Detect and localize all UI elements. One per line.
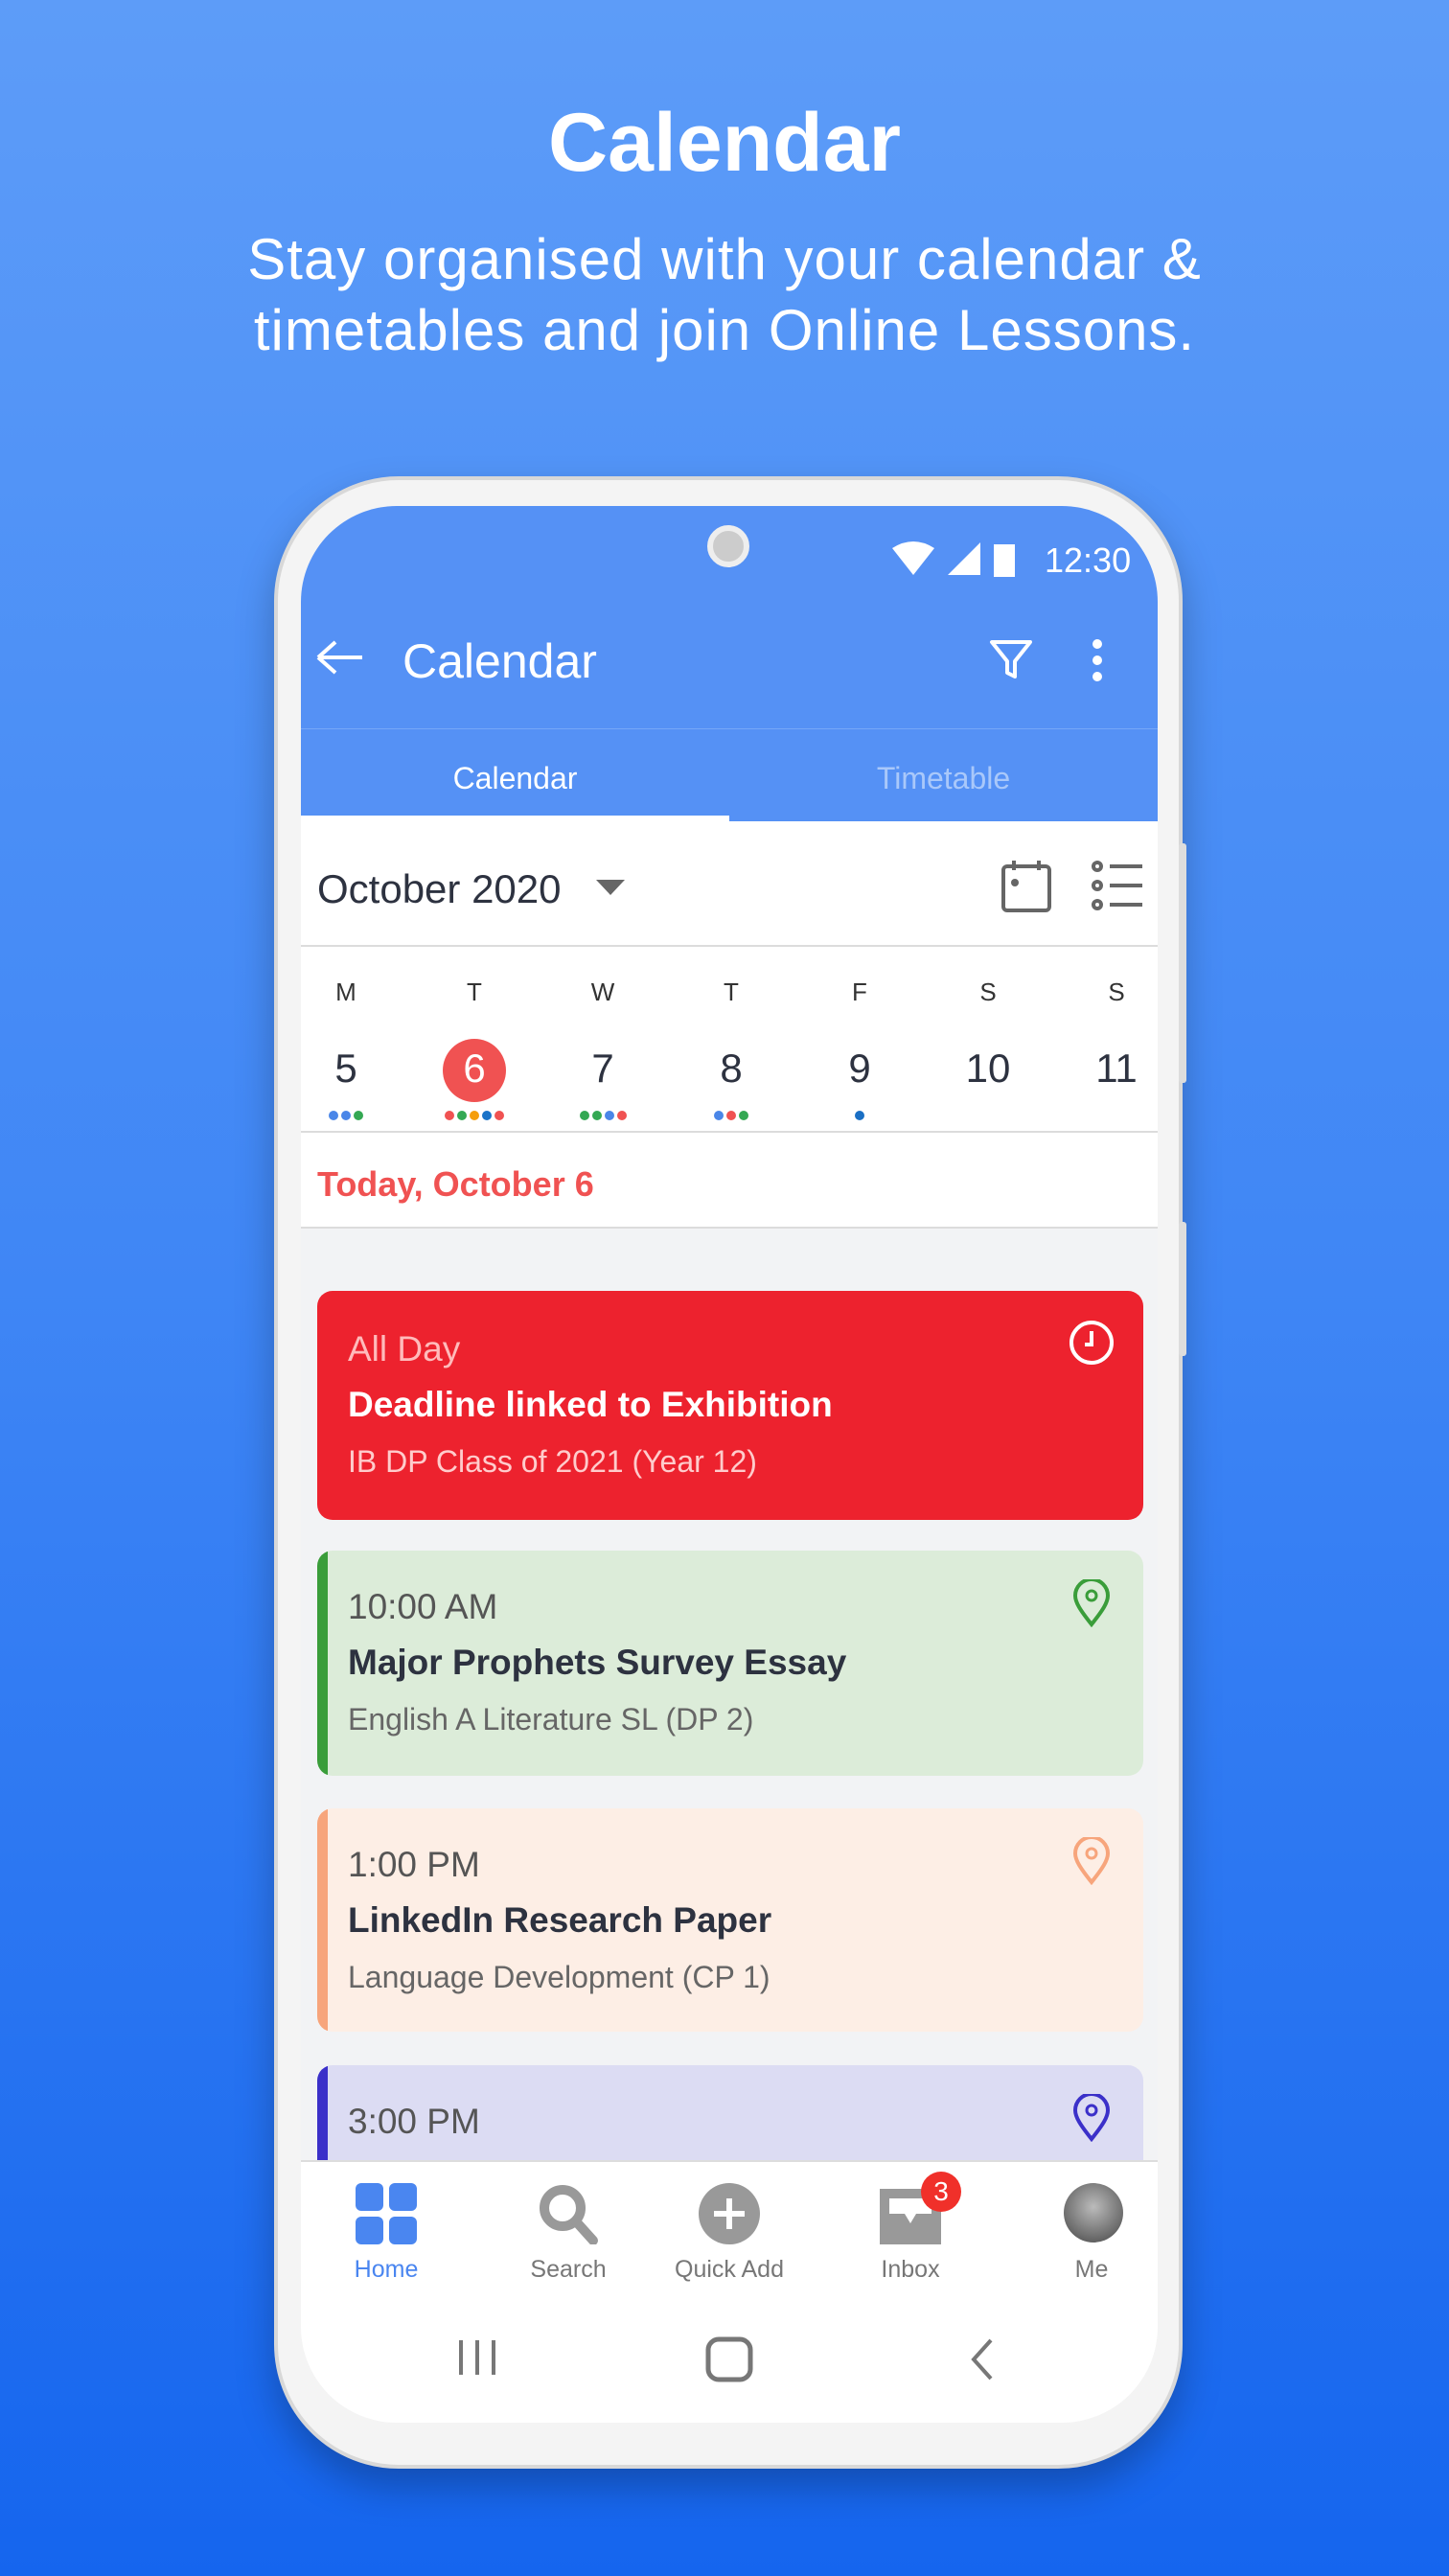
- home-grid-icon: [356, 2183, 417, 2244]
- event-time: 10:00 AM: [348, 1587, 498, 1626]
- calendar-view-icon[interactable]: [1000, 859, 1054, 914]
- app-bar-title: Calendar: [402, 634, 597, 688]
- nav-quick-add[interactable]: Quick Add: [644, 2162, 815, 2310]
- location-pin-icon: [1072, 1837, 1111, 1885]
- bottom-navigation: Home Search Quick Add 3 Inbox Me: [301, 2160, 1158, 2308]
- divider: [301, 728, 1158, 729]
- nav-search[interactable]: Search: [483, 2162, 654, 2310]
- avatar: [1064, 2183, 1123, 2242]
- nav-label: Me: [1074, 2256, 1109, 2283]
- event-time: 3:00 PM: [348, 2102, 480, 2141]
- status-time: 12:30: [1045, 540, 1132, 580]
- event-dot: [470, 1111, 479, 1120]
- tab-timetable[interactable]: Timetable: [729, 761, 1158, 796]
- event-time: 1:00 PM: [348, 1845, 480, 1884]
- recent-apps-icon[interactable]: [457, 2338, 497, 2377]
- event-card[interactable]: 1:00 PM LinkedIn Research Paper Language…: [317, 1808, 1143, 2032]
- event-card[interactable]: 10:00 AM Major Prophets Survey Essay Eng…: [317, 1551, 1143, 1776]
- more-options-icon[interactable]: [1091, 638, 1104, 682]
- status-icons: [892, 541, 1015, 577]
- nav-home[interactable]: Home: [301, 2162, 472, 2310]
- power-button: [1179, 1222, 1186, 1356]
- event-dot: [591, 1111, 602, 1120]
- event-title: Major Prophets Survey Essay: [348, 1643, 847, 1682]
- nav-inbox[interactable]: 3 Inbox: [825, 2162, 996, 2310]
- nav-label: Quick Add: [675, 2256, 784, 2283]
- event-dot: [579, 1111, 589, 1120]
- nav-label: Inbox: [881, 2256, 940, 2283]
- weekday-label: F: [852, 978, 867, 1006]
- day-10[interactable]: 10: [924, 1046, 1052, 1092]
- app-bar: 12:30 Calendar Calendar Timetable: [301, 506, 1158, 821]
- event-dot: [616, 1111, 627, 1120]
- day-8[interactable]: 8: [667, 1046, 795, 1092]
- divider: [301, 1131, 1158, 1133]
- day-6[interactable]: 6: [410, 1046, 539, 1092]
- day-9[interactable]: 9: [795, 1046, 924, 1092]
- tab-calendar[interactable]: Calendar: [301, 761, 729, 796]
- home-button-icon[interactable]: [705, 2336, 753, 2382]
- back-nav-icon[interactable]: [968, 2338, 997, 2380]
- hero-title: Calendar: [547, 97, 902, 189]
- event-dots: [410, 1111, 539, 1120]
- event-dot: [354, 1111, 363, 1120]
- nav-label: Search: [530, 2256, 607, 2283]
- event-dot: [445, 1111, 454, 1120]
- event-dot: [855, 1111, 864, 1120]
- nav-label: Home: [354, 2256, 419, 2283]
- weekday-label: T: [724, 978, 739, 1006]
- event-card[interactable]: All Day Deadline linked to Exhibition IB…: [317, 1291, 1143, 1520]
- hero-subtitle-line1: Stay organised with your calendar &: [247, 227, 1202, 291]
- tab-indicator: [301, 816, 729, 821]
- search-icon: [540, 2185, 598, 2244]
- plus-circle-icon: [699, 2183, 760, 2244]
- weekday-label: M: [335, 978, 356, 1006]
- event-dots: [667, 1111, 795, 1120]
- inbox-badge: 3: [921, 2172, 961, 2212]
- event-title: Deadline linked to Exhibition: [348, 1385, 833, 1424]
- event-dot: [341, 1111, 351, 1120]
- day-5[interactable]: 5: [301, 1046, 410, 1092]
- weekday-label: S: [1108, 978, 1125, 1006]
- event-dot: [494, 1111, 504, 1120]
- weekday-label: T: [467, 978, 482, 1006]
- event-dots: [539, 1111, 667, 1120]
- event-subtitle: English A Literature SL (DP 2): [348, 1702, 754, 1736]
- day-11[interactable]: 11: [1052, 1046, 1158, 1092]
- event-dots: [301, 1111, 410, 1120]
- clock-icon: [1070, 1321, 1114, 1365]
- month-selector[interactable]: October 2020: [317, 866, 562, 912]
- event-dot: [457, 1111, 467, 1120]
- hero-subtitle-line2: timetables and join Online Lessons.: [253, 298, 1196, 362]
- event-dot: [726, 1111, 736, 1120]
- nav-me[interactable]: Me: [1006, 2162, 1158, 2310]
- divider: [301, 945, 1158, 947]
- event-dot: [739, 1111, 748, 1120]
- weekday-label: W: [590, 978, 615, 1006]
- event-dot: [604, 1111, 614, 1120]
- chevron-down-icon[interactable]: [596, 880, 625, 897]
- location-pin-icon: [1072, 1579, 1111, 1627]
- back-arrow-icon[interactable]: [314, 638, 364, 677]
- event-subtitle: IB DP Class of 2021 (Year 12): [348, 1444, 757, 1479]
- weekday-label: S: [979, 978, 997, 1006]
- phone-screen: 12:30 Calendar Calendar Timetable Octobe…: [301, 506, 1158, 2423]
- location-pin-icon: [1072, 2094, 1111, 2142]
- event-time: All Day: [348, 1329, 461, 1368]
- event-dots: [795, 1111, 924, 1120]
- event-dot: [329, 1111, 338, 1120]
- event-title: LinkedIn Research Paper: [348, 1900, 772, 1940]
- today-label: Today, October 6: [317, 1164, 594, 1204]
- event-dot: [714, 1111, 724, 1120]
- event-dot: [482, 1111, 492, 1120]
- volume-button: [1179, 843, 1186, 1083]
- list-view-icon[interactable]: [1091, 859, 1144, 912]
- filter-icon[interactable]: [989, 638, 1033, 682]
- day-7[interactable]: 7: [539, 1046, 667, 1092]
- camera-icon: [707, 525, 749, 567]
- event-subtitle: Language Development (CP 1): [348, 1960, 770, 1994]
- event-list[interactable]: All Day Deadline linked to Exhibition IB…: [301, 1229, 1158, 2199]
